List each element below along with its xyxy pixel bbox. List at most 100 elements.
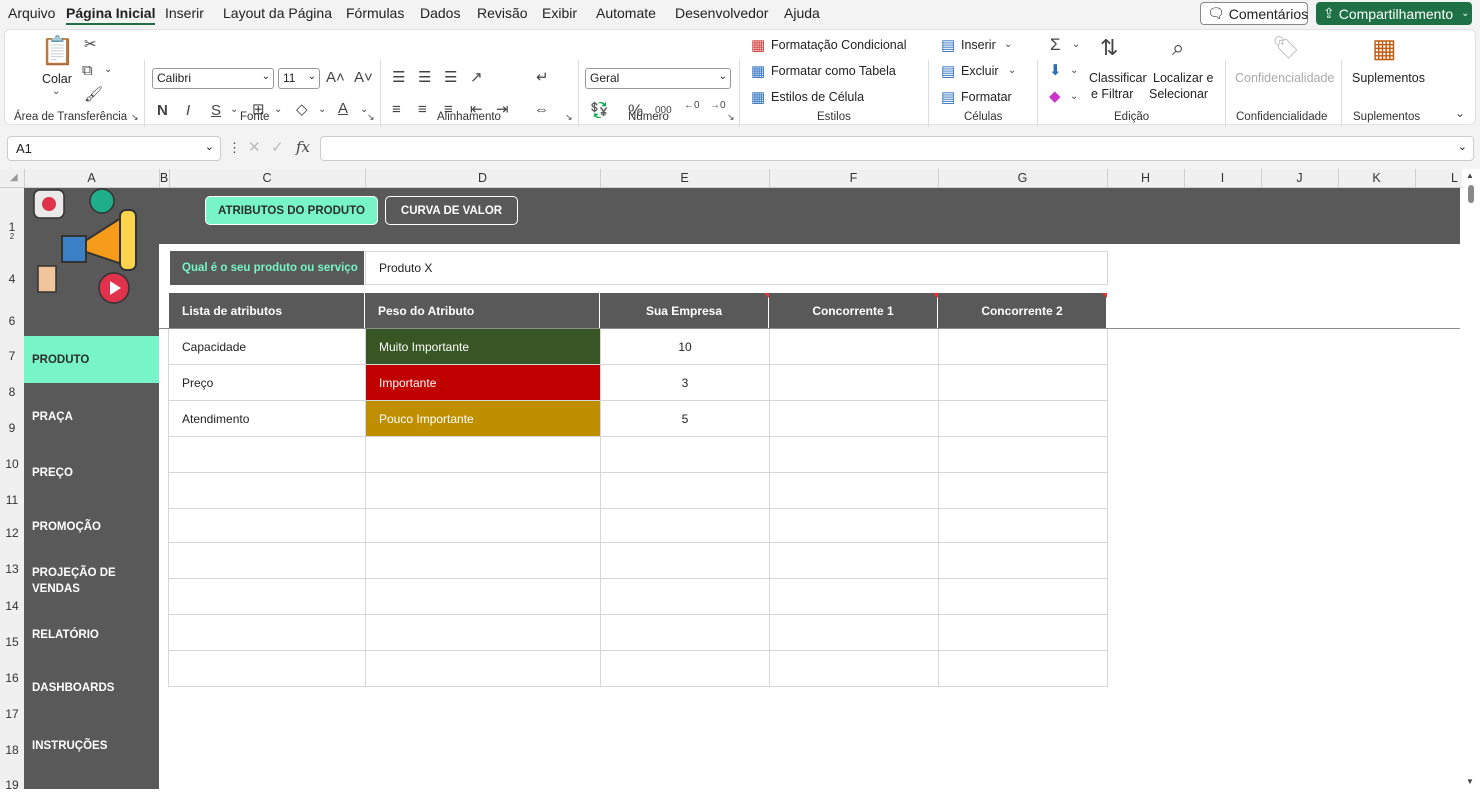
- row-header[interactable]: 13: [0, 562, 24, 576]
- col-header-k[interactable]: K: [1338, 171, 1415, 185]
- row-header[interactable]: 17: [0, 707, 24, 721]
- table-cell-attribute[interactable]: Atendimento: [169, 401, 365, 436]
- col-header-h[interactable]: H: [1107, 171, 1184, 185]
- name-box[interactable]: A1 ⌄: [7, 136, 221, 161]
- sort-filter-label-1[interactable]: Classificar: [1089, 71, 1147, 85]
- menu-inserir[interactable]: Inserir: [165, 5, 204, 21]
- menu-revisao[interactable]: Revisão: [477, 5, 528, 21]
- table-cell-attribute[interactable]: Capacidade: [169, 329, 365, 364]
- insert-cells-icon[interactable]: ▤: [941, 38, 955, 53]
- chevron-down-icon[interactable]: ⌄: [104, 65, 112, 75]
- chevron-down-icon[interactable]: ⌄: [318, 105, 326, 115]
- dialog-launcher-icon[interactable]: ↘: [727, 113, 735, 122]
- align-top-icon[interactable]: ☰: [392, 70, 405, 85]
- format-cells-button[interactable]: Formatar: [961, 90, 1012, 104]
- align-left-icon[interactable]: ≡: [392, 102, 401, 117]
- col-header-e[interactable]: E: [600, 171, 769, 185]
- table-cell-company[interactable]: 5: [601, 401, 769, 436]
- paste-label[interactable]: Colar: [42, 72, 72, 86]
- col-header-a[interactable]: A: [24, 171, 159, 185]
- align-middle-icon[interactable]: ☰: [418, 70, 431, 85]
- col-header-b[interactable]: B: [159, 171, 169, 185]
- font-name-select[interactable]: Calibri ⌄: [152, 68, 274, 89]
- fill-icon[interactable]: ⬇: [1049, 63, 1062, 78]
- cut-icon[interactable]: ✂: [84, 37, 97, 52]
- menu-automate[interactable]: Automate: [596, 5, 656, 21]
- clear-icon[interactable]: ◆: [1049, 89, 1061, 104]
- col-header-g[interactable]: G: [938, 171, 1107, 185]
- comment-indicator[interactable]: [764, 293, 769, 298]
- orientation-icon[interactable]: ↗: [470, 70, 483, 85]
- row-header[interactable]: 18: [0, 743, 24, 757]
- cell-styles-icon[interactable]: ▦: [751, 90, 765, 105]
- select-all-icon[interactable]: ◢: [10, 173, 18, 183]
- col-header-j[interactable]: J: [1261, 171, 1338, 185]
- italic-icon[interactable]: I: [186, 103, 190, 118]
- sidebar-item-instrucoes[interactable]: INSTRUÇÕES: [24, 723, 159, 769]
- sensitivity-icon[interactable]: 🏷: [1272, 37, 1300, 59]
- wrap-text-icon[interactable]: ↵: [536, 70, 549, 85]
- merge-center-icon[interactable]: ⇔: [534, 102, 549, 117]
- row-header[interactable]: 16: [0, 671, 24, 685]
- increase-font-icon[interactable]: A˄: [326, 70, 345, 85]
- scroll-up-icon[interactable]: ▲: [1466, 172, 1474, 180]
- find-select-label-2[interactable]: Selecionar: [1149, 87, 1208, 101]
- scroll-thumb[interactable]: [1468, 185, 1474, 203]
- enter-icon[interactable]: ✓: [271, 140, 284, 155]
- row-header[interactable]: 11: [0, 493, 24, 507]
- decrease-font-icon[interactable]: A˅: [354, 70, 373, 85]
- tab-atributos-produto[interactable]: ATRIBUTOS DO PRODUTO: [205, 196, 378, 225]
- paste-icon[interactable]: 📋: [40, 37, 75, 65]
- menu-dados[interactable]: Dados: [420, 5, 460, 21]
- collapse-ribbon-icon[interactable]: ⌄: [1455, 107, 1465, 119]
- dialog-launcher-icon[interactable]: ↘: [367, 113, 375, 122]
- menu-exibir[interactable]: Exibir: [542, 5, 577, 21]
- menu-layout-pagina[interactable]: Layout da Página: [223, 5, 332, 21]
- comments-button[interactable]: 🗨 Comentários: [1200, 2, 1308, 25]
- row-header[interactable]: 4: [0, 272, 24, 286]
- cancel-icon[interactable]: ✕: [248, 140, 261, 155]
- sidebar-item-dashboards[interactable]: DASHBOARDS: [24, 665, 159, 711]
- font-size-select[interactable]: 11 ⌄: [278, 68, 320, 89]
- comment-indicator[interactable]: [933, 293, 938, 298]
- dialog-launcher-icon[interactable]: ↘: [131, 113, 139, 122]
- chevron-down-icon[interactable]: ⌄: [1070, 92, 1078, 102]
- dialog-launcher-icon[interactable]: ↘: [565, 113, 573, 122]
- menu-arquivo[interactable]: Arquivo: [8, 5, 55, 21]
- sidebar-item-praca[interactable]: PRAÇA: [24, 394, 159, 440]
- row-header[interactable]: 15: [0, 635, 24, 649]
- format-table-icon[interactable]: ▦: [751, 64, 765, 79]
- sidebar-item-relatorio[interactable]: RELATÓRIO: [24, 612, 159, 658]
- table-cell-attribute[interactable]: Preço: [169, 365, 365, 400]
- copy-icon[interactable]: ⧉: [82, 63, 93, 78]
- table-cell-weight[interactable]: Pouco Importante: [366, 401, 600, 436]
- row-header[interactable]: 2: [0, 232, 24, 241]
- share-button[interactable]: ⇪ Compartilhamento ⌄: [1316, 2, 1472, 25]
- col-header-d[interactable]: D: [365, 171, 600, 185]
- format-table-button[interactable]: Formatar como Tabela: [771, 64, 896, 78]
- sidebar-item-preco[interactable]: PREÇO: [24, 450, 159, 496]
- row-header[interactable]: 14: [0, 599, 24, 613]
- increase-decimal-icon[interactable]: ←0: [684, 101, 700, 111]
- sidebar-item-produto[interactable]: PRODUTO: [24, 336, 159, 383]
- chevron-down-icon[interactable]: ⌄: [1004, 40, 1012, 50]
- addins-icon[interactable]: ▦: [1372, 35, 1397, 61]
- formula-input[interactable]: ⌄: [320, 136, 1474, 161]
- menu-desenvolvedor[interactable]: Desenvolvedor: [675, 5, 768, 21]
- col-header-i[interactable]: I: [1184, 171, 1261, 185]
- row-header[interactable]: 10: [0, 457, 24, 471]
- chevron-down-icon[interactable]: ⌄: [274, 105, 282, 115]
- sort-filter-label-2[interactable]: e Filtrar: [1091, 87, 1133, 101]
- bold-icon[interactable]: N: [157, 103, 168, 118]
- delete-cells-icon[interactable]: ▤: [941, 64, 955, 79]
- sidebar-item-promocao[interactable]: PROMOÇÃO: [24, 504, 159, 550]
- menu-formulas[interactable]: Fórmulas: [346, 5, 404, 21]
- tab-curva-valor[interactable]: CURVA DE VALOR: [385, 196, 518, 225]
- row-header[interactable]: 8: [0, 385, 24, 399]
- row-header[interactable]: 12: [0, 526, 24, 540]
- table-cell-weight[interactable]: Importante: [366, 365, 600, 400]
- number-format-select[interactable]: Geral ⌄: [585, 68, 731, 89]
- col-header-c[interactable]: C: [169, 171, 365, 185]
- table-cell-company[interactable]: 10: [601, 329, 769, 364]
- currency-icon[interactable]: 💱: [590, 103, 609, 118]
